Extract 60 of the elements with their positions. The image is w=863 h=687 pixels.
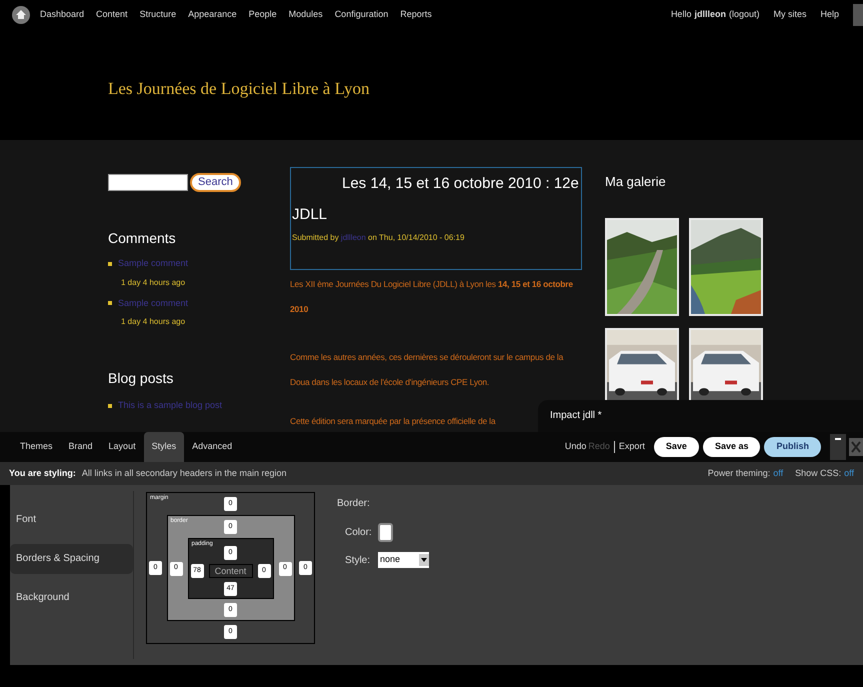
editor-button[interactable]: Save as <box>702 437 760 457</box>
section-tab[interactable]: Background <box>10 583 133 613</box>
menu-link[interactable]: People <box>248 8 277 22</box>
article-paragraph: Cette édition sera marquée par la présence officielle de la <box>290 415 496 428</box>
greeting-text: Hello <box>670 8 692 22</box>
article-paragraph: Les XII ème Journées Du Logiciel Libre (JDLL) à Lyon les 14, 15 et 16 octobre 2010 <box>290 278 574 316</box>
section-tab[interactable]: Borders & Spacing <box>10 544 133 574</box>
editor-button[interactable]: Publish <box>764 437 821 457</box>
menu-link[interactable]: Dashboard <box>40 8 84 22</box>
power-theming-label: Power theming: <box>708 466 770 480</box>
menu-link[interactable]: Reports <box>400 8 432 22</box>
dropdown-icon <box>419 554 430 566</box>
export-link[interactable]: Export <box>618 440 645 454</box>
section-tab[interactable]: Font <box>10 505 133 535</box>
color-swatch[interactable] <box>378 523 393 542</box>
styling-label: You are styling: <box>9 466 76 480</box>
site-title[interactable]: Les Journées de Logiciel Libre à Lyon <box>108 76 370 102</box>
power-theming-toggle[interactable]: off <box>773 466 784 480</box>
toolbar-link[interactable]: My sites <box>773 8 806 22</box>
logout-link[interactable]: (logout) <box>728 8 760 22</box>
editor-button[interactable]: Save <box>654 437 699 457</box>
style-select[interactable]: none <box>378 552 430 568</box>
menu-link[interactable]: Modules <box>288 8 323 22</box>
editor-tab[interactable]: Advanced <box>184 432 240 462</box>
minimize-button[interactable] <box>830 434 846 460</box>
border-heading: Border: <box>337 497 371 511</box>
bullet-icon <box>108 301 112 306</box>
content-box: Content <box>208 564 252 578</box>
editor-tab[interactable]: Layout <box>100 432 144 462</box>
article-title[interactable]: Les 14, 15 et 16 octobre 2010 : 12e JDLL <box>292 168 580 230</box>
editor-tab[interactable]: Brand <box>60 432 101 462</box>
username: jdllleon <box>694 8 726 22</box>
undo-link[interactable]: Undo <box>564 440 586 454</box>
bullet-icon <box>108 262 112 266</box>
menu-link[interactable]: Configuration <box>334 8 388 22</box>
menu-link[interactable]: Content <box>96 8 128 22</box>
color-label: Color: <box>345 526 372 540</box>
toolbar-link[interactable]: Help <box>820 8 839 22</box>
submitted-text: Submitted by jdllleon on Thu, 10/14/2010 - 06:19 <box>292 232 466 244</box>
block-heading: Comments <box>108 229 177 248</box>
gallery-heading: Ma galerie <box>605 173 667 191</box>
comment-time: 1 day 4 hours ago <box>121 316 186 328</box>
comment-time: 1 day 4 hours ago <box>121 276 186 288</box>
show-css-label: Show CSS: <box>795 466 842 480</box>
show-css-toggle[interactable]: off <box>844 466 854 480</box>
editor-tab[interactable]: Themes <box>12 432 61 462</box>
menu-link[interactable]: Structure <box>140 8 176 22</box>
editor-tab[interactable]: Styles <box>144 432 184 462</box>
toolbar-toggle[interactable] <box>853 4 863 26</box>
preview-tab-label: Impact jdll * <box>549 409 603 423</box>
home-icon[interactable] <box>12 6 30 24</box>
preview-tab[interactable]: Impact jdll * <box>538 400 863 432</box>
bullet-icon <box>108 404 112 408</box>
search-button[interactable]: Search <box>190 173 241 192</box>
style-label: Style: <box>345 554 370 568</box>
styling-target: All links in all secondary headers in the main region <box>82 466 286 480</box>
search-field[interactable] <box>108 174 188 191</box>
article-paragraph: Comme les autres années, ces dernières se dérouleront sur le campus de la Doua dans les locaux de l'école d'ingénieurs CPE Lyon. <box>290 351 564 389</box>
menu-link[interactable]: Appearance <box>188 8 237 22</box>
block-heading: Blog posts <box>108 369 174 388</box>
